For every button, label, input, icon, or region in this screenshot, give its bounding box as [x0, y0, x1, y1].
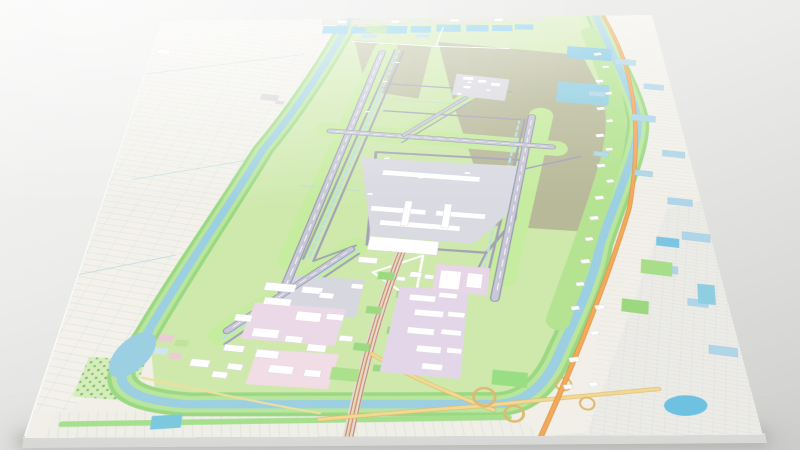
north-industry-buildings — [410, 19, 430, 24]
aalsmeer-pond — [697, 284, 716, 305]
aircraft — [383, 81, 387, 82]
cargo-buildings — [295, 311, 322, 322]
logistics-buildings — [446, 347, 462, 354]
village-buildings — [589, 382, 599, 387]
cargo-buildings — [227, 363, 244, 371]
village-buildings — [605, 92, 612, 95]
aircraft — [367, 193, 372, 195]
village-buildings — [576, 282, 585, 286]
north-industry-white — [495, 19, 503, 22]
east-apron-buildings — [463, 86, 471, 89]
north-industry-buildings — [351, 20, 374, 25]
studio-scene — [0, 0, 800, 450]
terminal-buildings — [466, 273, 483, 289]
south-strip-pond — [150, 414, 183, 429]
village-buildings — [595, 196, 604, 200]
village-buildings — [595, 305, 605, 310]
cargo-buildings — [306, 344, 327, 353]
allotment — [174, 339, 190, 347]
village-buildings — [596, 107, 605, 110]
village-buildings — [595, 134, 604, 138]
corridor-green — [353, 342, 371, 351]
cargo-buildings — [351, 283, 364, 289]
cargo-buildings — [326, 313, 345, 321]
terminal-buildings — [409, 271, 421, 277]
village-buildings — [590, 331, 599, 336]
village-buildings — [589, 216, 599, 220]
village-buildings — [563, 384, 573, 389]
cargo-buildings — [211, 371, 228, 379]
corridor-green — [365, 306, 382, 314]
north-industry-buildings — [529, 17, 544, 21]
aircraft — [486, 89, 490, 90]
allotment — [153, 347, 169, 355]
airport-map-canvas — [25, 15, 763, 438]
aircraft — [467, 82, 471, 83]
village-buildings — [585, 237, 593, 241]
north-industry-white — [450, 19, 459, 22]
cargo-buildings — [189, 359, 210, 368]
aircraft — [418, 177, 423, 179]
east-apron-buildings — [463, 76, 474, 80]
north-basins — [466, 25, 488, 31]
village-buildings — [606, 179, 614, 183]
village-buildings — [602, 65, 609, 68]
aircraft — [457, 93, 461, 94]
terminal-buildings — [397, 276, 406, 281]
east-apron-buildings — [478, 80, 487, 83]
north-industry-white — [337, 20, 346, 23]
north-basins-light — [416, 34, 430, 38]
allotment — [157, 334, 174, 342]
north-basins-light — [361, 34, 376, 38]
village-buildings — [606, 119, 613, 122]
east-apron-buildings — [491, 83, 501, 87]
aircraft — [365, 111, 369, 112]
north-industry-white — [391, 20, 399, 23]
village-buildings — [580, 259, 590, 264]
cargo-buildings — [284, 335, 303, 343]
aircraft — [465, 172, 470, 174]
village-buildings — [605, 148, 613, 151]
village-buildings — [597, 164, 606, 168]
north-basins — [492, 25, 512, 31]
cargo-buildings — [319, 292, 335, 299]
north-industry-buildings — [507, 17, 526, 21]
north-industry-buildings — [459, 18, 481, 23]
aircraft — [395, 62, 399, 63]
allotment — [168, 352, 182, 359]
cargo-buildings — [339, 335, 354, 342]
terminal-buildings — [438, 270, 461, 290]
aircraft — [384, 158, 389, 160]
map-3d-tile — [25, 15, 763, 438]
village-buildings — [571, 306, 580, 310]
north-basins — [411, 26, 431, 32]
cargo-buildings — [303, 369, 321, 377]
north-basins — [322, 26, 348, 34]
sports-field — [364, 26, 387, 34]
village-buildings — [569, 357, 580, 363]
corridor-green — [377, 272, 395, 281]
north-basins — [436, 25, 460, 32]
terminal-buildings — [424, 274, 434, 279]
north-basins — [515, 24, 533, 29]
cargo-buildings — [234, 314, 253, 322]
sports-field — [329, 367, 359, 382]
